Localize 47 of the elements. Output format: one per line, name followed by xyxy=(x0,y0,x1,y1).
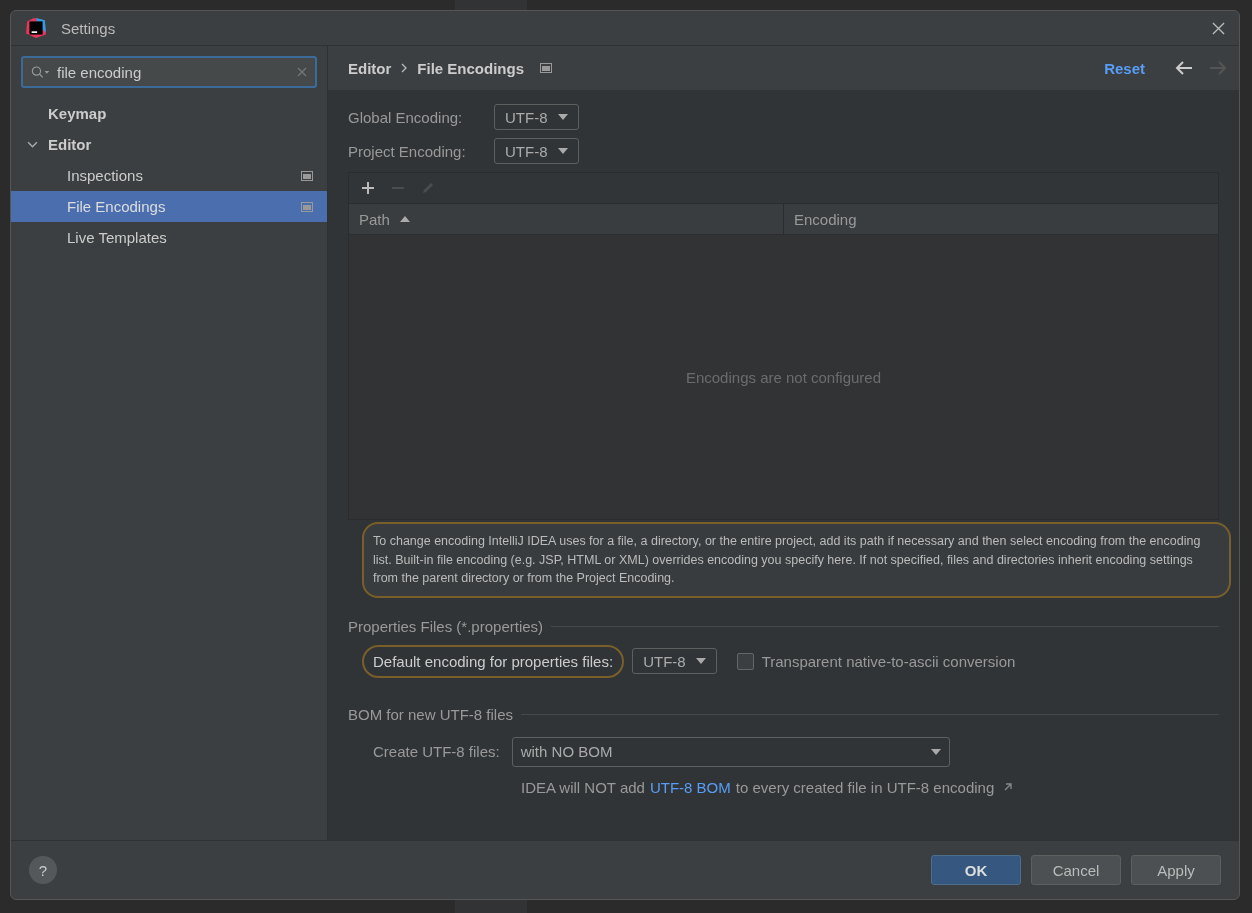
sidebar-item[interactable]: Keymap xyxy=(11,98,327,129)
encoding-dropdown[interactable]: UTF-8 xyxy=(632,648,717,674)
breadcrumb-separator-icon xyxy=(401,63,408,73)
bom-link[interactable]: UTF-8 BOM xyxy=(649,778,731,796)
sidebar-item[interactable]: Live Templates xyxy=(11,222,327,253)
column-header[interactable]: Path xyxy=(349,204,784,234)
note-text: to every created file in UTF-8 encoding xyxy=(735,778,995,796)
sidebar-item[interactable]: File Encodings xyxy=(11,191,327,222)
dropdown-arrow-icon xyxy=(930,748,941,755)
dialog-button[interactable]: Cancel xyxy=(1031,855,1121,885)
add-icon[interactable] xyxy=(361,181,375,195)
field-label: Create UTF-8 files: xyxy=(373,743,500,760)
field-label: Project Encoding: xyxy=(348,142,467,160)
dropdown-arrow-icon xyxy=(557,114,568,120)
section-title: Properties Files (*.properties) xyxy=(348,617,544,635)
chevron-down-icon[interactable] xyxy=(27,139,38,150)
sidebar-item[interactable]: Inspections xyxy=(11,160,327,191)
window-title: Settings xyxy=(61,19,117,37)
bom-dropdown[interactable]: with NO BOM xyxy=(511,736,950,767)
encoding-dropdown[interactable]: UTF-8 xyxy=(494,104,579,130)
clear-icon[interactable] xyxy=(297,67,307,77)
dropdown-arrow-icon xyxy=(695,658,706,664)
sidebar-item[interactable]: Editor xyxy=(11,129,327,160)
app-logo-icon xyxy=(25,17,47,39)
forward-arrow-icon[interactable] xyxy=(1209,61,1227,75)
encoding-dropdown[interactable]: UTF-8 xyxy=(494,138,579,164)
search-icon xyxy=(31,65,51,79)
back-arrow-icon[interactable] xyxy=(1175,61,1193,75)
help-button[interactable]: ? xyxy=(29,856,57,884)
dialog-button[interactable]: OK xyxy=(931,855,1021,885)
close-icon[interactable] xyxy=(1212,21,1225,35)
search-input[interactable]: file encoding xyxy=(57,63,291,81)
field-label: Default encoding for properties files: xyxy=(362,644,625,678)
column-header[interactable]: Encoding xyxy=(784,204,1218,234)
breadcrumb-item[interactable]: Editor xyxy=(348,59,392,77)
note-text: IDEA will NOT add xyxy=(521,778,645,796)
external-link-icon xyxy=(1003,782,1014,792)
search-field[interactable]: file encoding xyxy=(21,56,317,88)
help-text: To change encoding IntelliJ IDEA uses for a file, a directory, or the entire project, add its path if necessary and then select encoding from the encoding list. Built-in file encoding (e.g. JSP, HTML or XML) overrides encoding you specify here. If not specified, files and directories inherit encoding settings from the parent directory or from the Project Encoding. xyxy=(362,522,1231,598)
checkbox-box[interactable] xyxy=(736,652,754,670)
field-label: Global Encoding: xyxy=(348,108,464,126)
reset-link[interactable]: Reset xyxy=(1104,59,1145,77)
breadcrumb-item[interactable]: File Encodings xyxy=(417,59,525,77)
dropdown-arrow-icon xyxy=(557,148,568,154)
section-title: BOM for new UTF-8 files xyxy=(348,705,514,723)
empty-table-text: Encodings are not configured xyxy=(685,368,882,386)
dialog-button[interactable]: Apply xyxy=(1131,855,1221,885)
